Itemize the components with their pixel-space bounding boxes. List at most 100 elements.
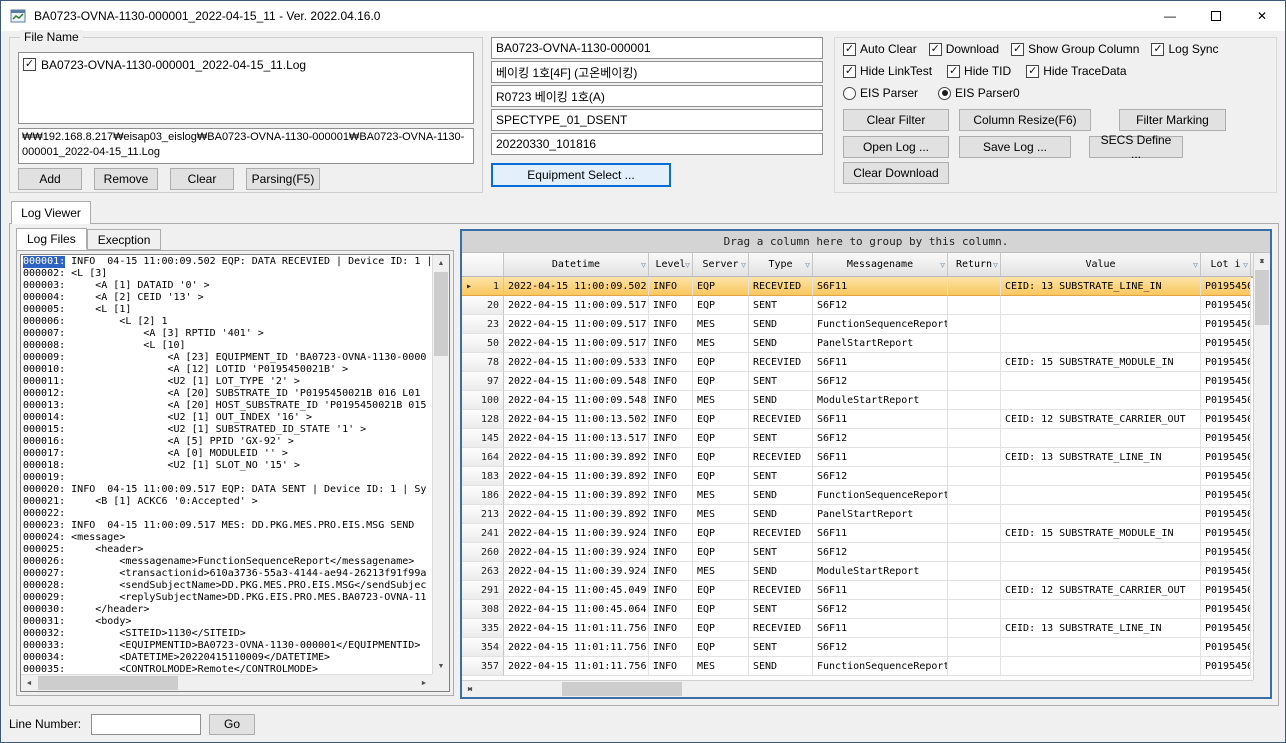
table-row[interactable]: 2602022-04-15 11:00:39.924INFOEQPSENTS6F… (462, 543, 1253, 562)
clear-download-button[interactable]: Clear Download (843, 162, 949, 184)
filter-marking-button[interactable]: Filter Marking (1119, 109, 1226, 131)
log-line-number[interactable]: 000029: (23, 592, 65, 604)
radio-eis-parser[interactable]: EIS Parser (843, 86, 918, 100)
log-line-number[interactable]: 000013: (23, 400, 65, 412)
log-line-number[interactable]: 000028: (23, 580, 65, 592)
equipment-field-5[interactable] (491, 133, 823, 155)
grid-vertical-scrollbar[interactable]: ▲ ▼ (1253, 253, 1270, 680)
log-line-number[interactable]: 000005: (23, 304, 65, 316)
column-resize-f6-button[interactable]: Column Resize(F6) (959, 109, 1091, 131)
log-vertical-scrollbar[interactable]: ▲ ▼ (432, 255, 449, 674)
log-line-number[interactable]: 000008: (23, 340, 65, 352)
scrollbar-thumb[interactable] (562, 682, 682, 696)
log-line-number[interactable]: 000022: (23, 508, 65, 520)
log-line-number[interactable]: 000034: (23, 652, 65, 664)
file-list-item[interactable]: ✓BA0723-OVNA-1130-000001_2022-04-15_11.L… (23, 56, 469, 73)
table-row[interactable]: 1452022-04-15 11:00:13.517INFOEQPSENTS6F… (462, 429, 1253, 448)
log-line-number[interactable]: 000024: (23, 532, 65, 544)
group-by-bar[interactable]: Drag a column here to group by this colu… (462, 231, 1270, 253)
log-line-number[interactable]: 000004: (23, 292, 65, 304)
tab-log-files[interactable]: Log Files (16, 228, 87, 250)
line-number-input[interactable] (91, 714, 201, 735)
filter-icon[interactable]: ▽ (1243, 260, 1248, 269)
file-checkbox-icon[interactable]: ✓ (23, 58, 36, 71)
filter-icon[interactable]: ▽ (1193, 260, 1198, 269)
save-log-button[interactable]: Save Log ... (959, 136, 1071, 158)
equipment-field-2[interactable] (491, 61, 823, 83)
equipment-field-4[interactable] (491, 109, 823, 131)
add-button[interactable]: Add (18, 168, 82, 190)
filter-icon[interactable]: ▽ (685, 260, 690, 269)
table-row[interactable]: 2412022-04-15 11:00:39.924INFOEQPRECEVIE… (462, 524, 1253, 543)
tab-log-viewer[interactable]: Log Viewer (11, 201, 91, 224)
table-row[interactable]: 1642022-04-15 11:00:39.892INFOEQPRECEVIE… (462, 448, 1253, 467)
table-row[interactable]: 2132022-04-15 11:00:39.892INFOMESSENDPan… (462, 505, 1253, 524)
column-header-lot-i[interactable]: Lot i▽ (1201, 253, 1251, 276)
column-header-messagename[interactable]: Messagename▽ (813, 253, 948, 276)
filter-icon[interactable]: ▽ (641, 260, 646, 269)
log-line-number[interactable]: 000027: (23, 568, 65, 580)
table-row[interactable]: 232022-04-15 11:00:09.517INFOMESSENDFunc… (462, 315, 1253, 334)
checkbox-hide-linktest[interactable]: ✓Hide LinkTest (843, 64, 932, 78)
scroll-down-icon[interactable]: ▼ (433, 658, 449, 674)
scrollbar-thumb[interactable] (1255, 270, 1269, 325)
table-row[interactable]: 502022-04-15 11:00:09.517INFOMESSENDPane… (462, 334, 1253, 353)
column-header-return[interactable]: Return▽ (948, 253, 1001, 276)
scroll-right-icon[interactable]: ► (416, 675, 432, 691)
tab-execption[interactable]: Execption (87, 229, 162, 250)
log-line-number[interactable]: 000012: (23, 388, 65, 400)
file-list[interactable]: ✓BA0723-OVNA-1130-000001_2022-04-15_11.L… (18, 52, 474, 124)
parsing-button[interactable]: Parsing(F5) (246, 168, 320, 190)
filter-icon[interactable]: ▽ (993, 260, 998, 269)
go-button[interactable]: Go (209, 714, 255, 735)
log-line-number[interactable]: 000016: (23, 436, 65, 448)
log-text-box[interactable]: 000001:INFO 04-15 11:00:09.502 EQP: DATA… (20, 254, 450, 692)
checkbox-auto-clear[interactable]: ✓Auto Clear (843, 42, 917, 56)
checkbox-download[interactable]: ✓Download (929, 42, 999, 56)
grid-horizontal-scrollbar[interactable]: ◄ ► (462, 680, 1253, 697)
log-line-number[interactable]: 000001: (23, 256, 65, 268)
table-row[interactable]: 1282022-04-15 11:00:13.502INFOEQPRECEVIE… (462, 410, 1253, 429)
secs-define-button[interactable]: SECS Define ... (1089, 136, 1183, 158)
minimize-button[interactable]: — (1147, 1, 1193, 31)
log-line-number[interactable]: 000002: (23, 268, 65, 280)
log-line-number[interactable]: 000032: (23, 628, 65, 640)
table-row[interactable]: 3572022-04-15 11:01:11.756INFOMESSENDFun… (462, 657, 1253, 676)
table-row[interactable]: ▸12022-04-15 11:00:09.502INFOEQPRECEVIED… (462, 277, 1253, 296)
radio-eis-parser0[interactable]: EIS Parser0 (938, 86, 1020, 100)
filter-icon[interactable]: ▽ (741, 260, 746, 269)
log-line-number[interactable]: 000030: (23, 604, 65, 616)
open-log-button[interactable]: Open Log ... (843, 136, 949, 158)
table-row[interactable]: 2912022-04-15 11:00:45.049INFOEQPRECEVIE… (462, 581, 1253, 600)
table-row[interactable]: 3542022-04-15 11:01:11.756INFOEQPSENTS6F… (462, 638, 1253, 657)
column-header-level[interactable]: Level▽ (649, 253, 693, 276)
table-row[interactable]: 1002022-04-15 11:00:09.548INFOMESSENDMod… (462, 391, 1253, 410)
table-row[interactable]: 2632022-04-15 11:00:39.924INFOMESSENDMod… (462, 562, 1253, 581)
log-line-number[interactable]: 000033: (23, 640, 65, 652)
scroll-right-icon[interactable]: ► (462, 681, 478, 697)
clear-filter-button[interactable]: Clear Filter (843, 109, 949, 131)
log-line-number[interactable]: 000015: (23, 424, 65, 436)
table-row[interactable]: 1862022-04-15 11:00:39.892INFOMESSENDFun… (462, 486, 1253, 505)
log-line-number[interactable]: 000023: (23, 520, 65, 532)
checkbox-hide-tracedata[interactable]: ✓Hide TraceData (1026, 64, 1126, 78)
column-header-datetime[interactable]: Datetime▽ (504, 253, 649, 276)
log-line-number[interactable]: 000010: (23, 364, 65, 376)
column-header-type[interactable]: Type▽ (749, 253, 813, 276)
table-row[interactable]: 782022-04-15 11:00:09.533INFOEQPRECEVIED… (462, 353, 1253, 372)
column-header-server[interactable]: Server▽ (693, 253, 749, 276)
scrollbar-thumb[interactable] (434, 272, 448, 356)
table-row[interactable]: 3082022-04-15 11:00:45.064INFOEQPSENTS6F… (462, 600, 1253, 619)
scrollbar-thumb[interactable] (38, 676, 178, 690)
clear-button[interactable]: Clear (170, 168, 234, 190)
log-horizontal-scrollbar[interactable]: ◄ ► (21, 674, 432, 691)
log-line-number[interactable]: 000014: (23, 412, 65, 424)
equipment-field-1[interactable] (491, 37, 823, 59)
log-line-number[interactable]: 000031: (23, 616, 65, 628)
log-line-number[interactable]: 000017: (23, 448, 65, 460)
log-line-number[interactable]: 000035: (23, 664, 65, 674)
log-line-number[interactable]: 000018: (23, 460, 65, 472)
checkbox-hide-tid[interactable]: ✓Hide TID (947, 64, 1011, 78)
log-line-number[interactable]: 000003: (23, 280, 65, 292)
checkbox-show-group-column[interactable]: ✓Show Group Column (1011, 42, 1139, 56)
